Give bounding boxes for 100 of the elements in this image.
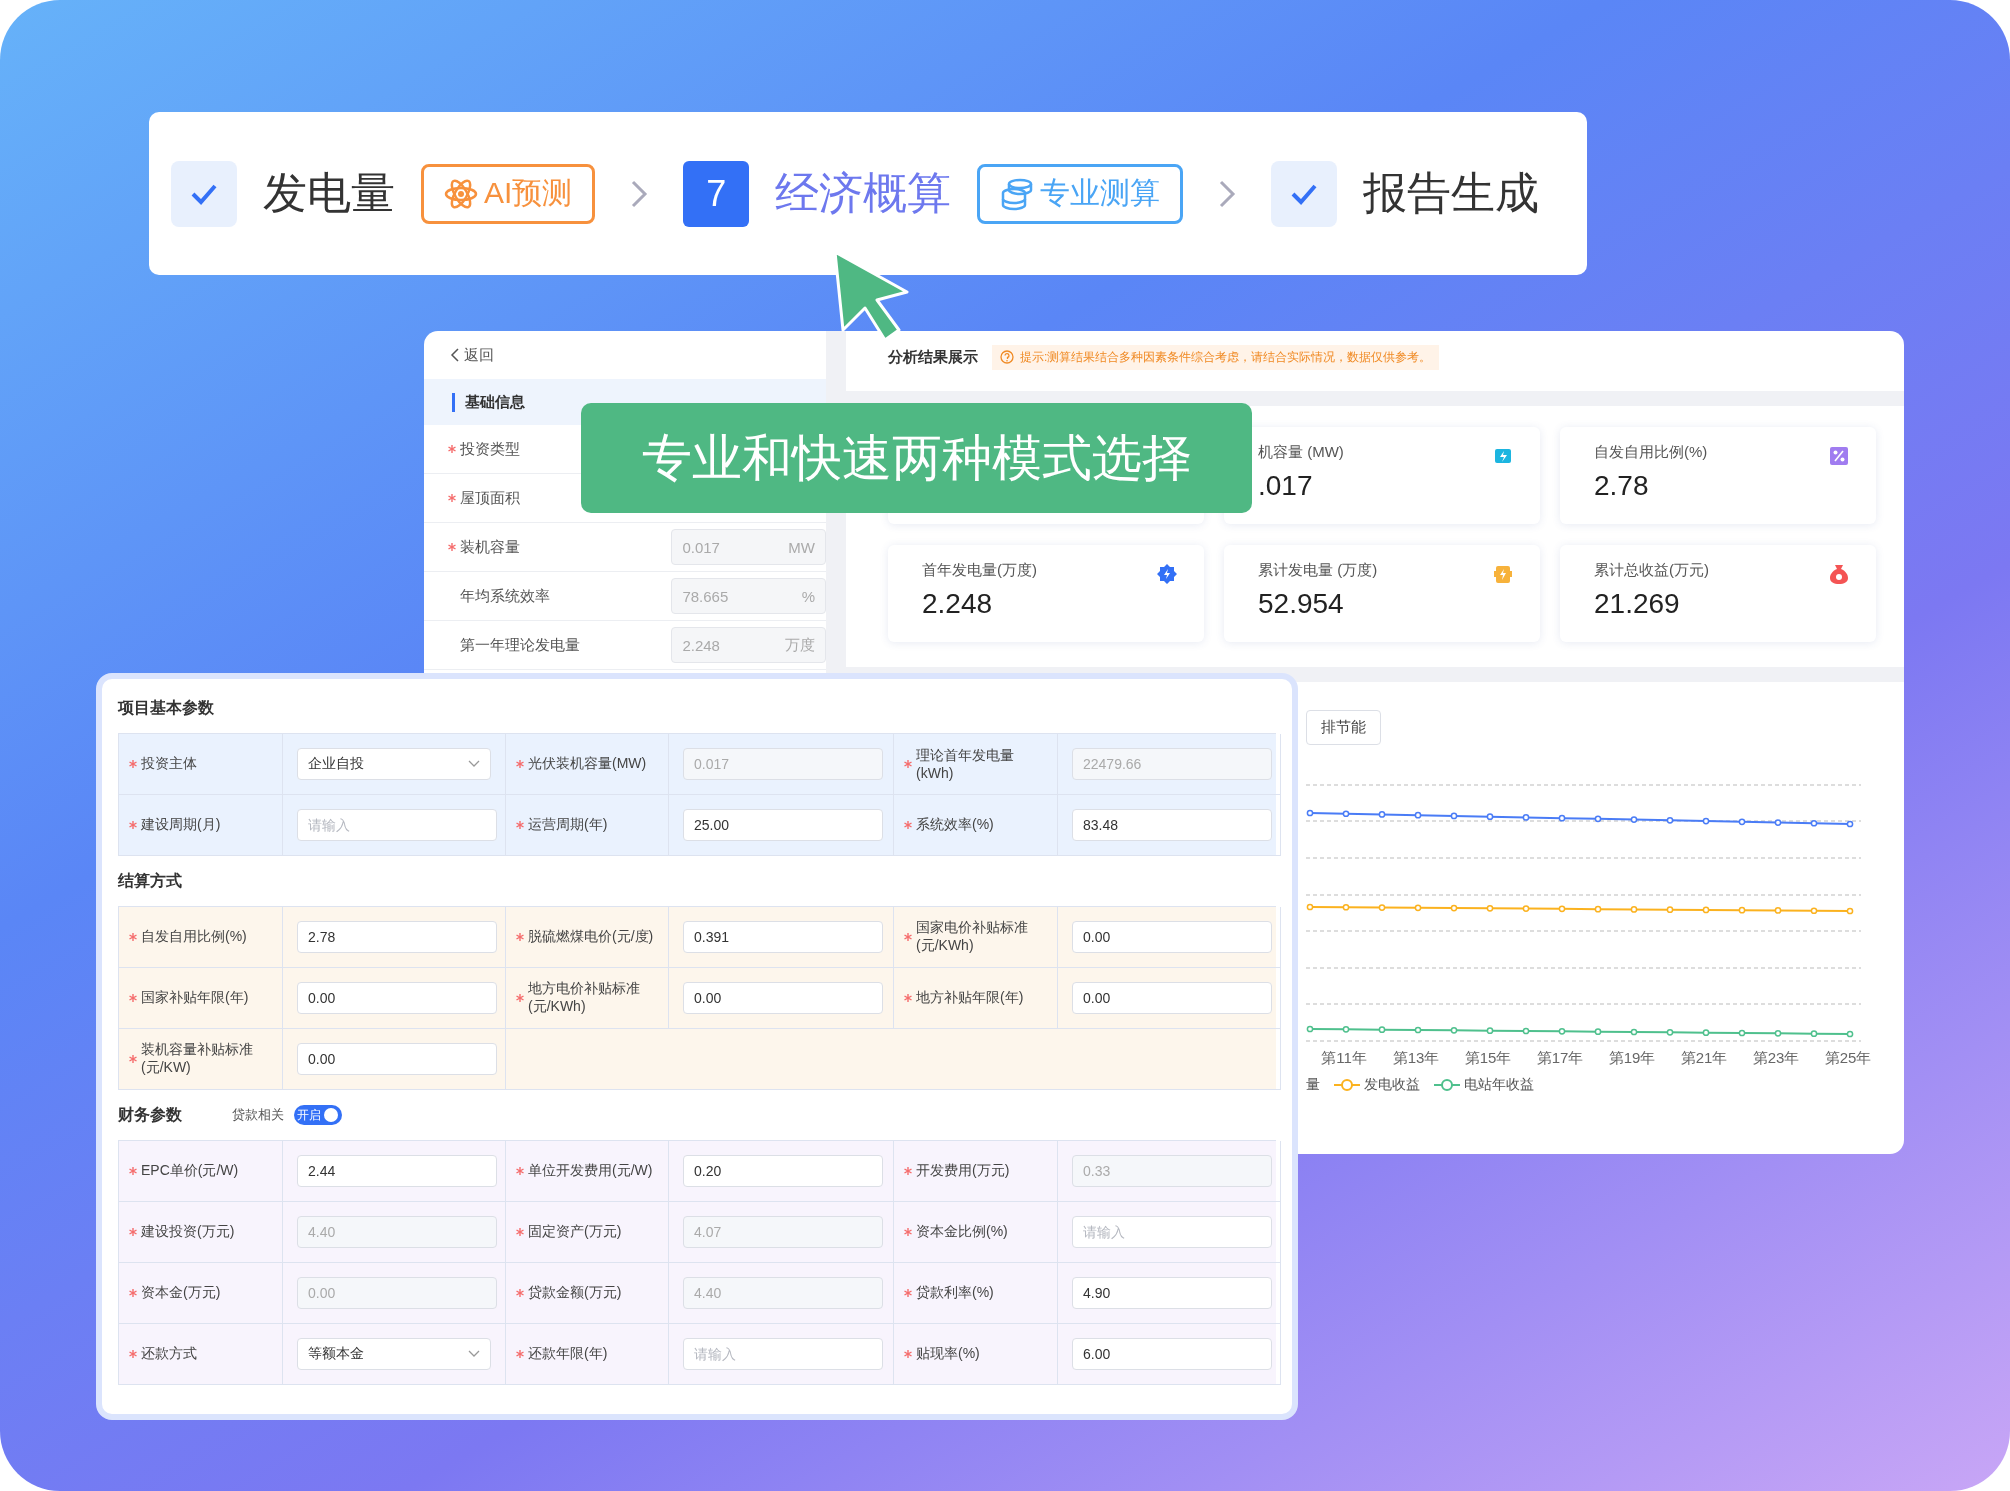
input-field[interactable]: 0.00 [1072,982,1272,1014]
switch-label: 贷款相关 [232,1106,284,1124]
stat-value: .017 [1258,470,1314,502]
data-point [1702,906,1710,914]
data-point [1594,905,1602,913]
dropdown-field[interactable]: 企业自投 [297,748,491,780]
field-label: 运营周期(年) [528,816,608,834]
data-point [1810,1030,1818,1037]
atom-icon [444,176,478,211]
axis-label: 第21年 [1679,1049,1729,1068]
axis-label: 第23年 [1751,1049,1801,1068]
axis-label: 第17年 [1535,1049,1585,1068]
input-field[interactable]: 0.00 [297,1043,497,1075]
legend-label: 量 [1306,1076,1320,1094]
data-point [1558,814,1566,822]
legend-label: 电站年收益 [1464,1076,1534,1094]
axis-label: 第15年 [1463,1049,1513,1068]
field-label: 脱硫燃煤电价(元/度) [528,928,654,946]
section-title: 结算方式 [118,870,182,891]
field-label: 贷款利率(%) [916,1284,994,1302]
field-label: 投资主体 [141,755,197,773]
field-label: 地方补贴年限(年) [916,989,1024,1007]
axis-label: 第19年 [1607,1049,1657,1068]
stat-label: 自发自用比例(%) [1594,443,1708,462]
field-label: 国家补贴年限(年) [141,989,249,1007]
field-label: 还款方式 [141,1345,197,1363]
data-point [1702,817,1710,825]
field-label: 自发自用比例(%) [141,928,247,946]
data-point [1630,906,1638,913]
input-field[interactable]: 25.00 [683,809,883,841]
input-field[interactable]: 0.20 [683,1155,883,1187]
data-point [1378,1026,1386,1033]
axis-label: 第13年 [1391,1049,1441,1068]
input-field[interactable]: 0.00 [683,982,883,1014]
data-point [1774,907,1782,914]
input-field[interactable]: 0.391 [683,921,883,953]
data-point [1378,904,1386,911]
field-label: 资本金比例(%) [916,1223,1008,1241]
field-label: 装机容量 [460,537,520,557]
input-field[interactable]: 2.78 [297,921,497,953]
data-point [1630,816,1638,823]
gear-icon [1156,563,1178,585]
input-field[interactable]: 0.00 [1072,921,1272,953]
stat-value: 52.954 [1258,588,1345,620]
field-label: 装机容量补贴标准(元/KW) [141,1041,254,1077]
data-point [1774,1030,1782,1037]
axis-label: 第11年 [1320,1049,1368,1068]
data-point [1486,905,1494,912]
input-field[interactable]: 6.00 [1072,1338,1272,1370]
data-point [1846,820,1854,828]
input-field[interactable]: 请输入 [1072,1216,1272,1248]
field-label: 理论首年发电量(kWh) [916,747,1015,781]
coins-icon [1000,176,1035,211]
data-point [1306,809,1314,817]
input-field[interactable]: 请输入 [683,1338,883,1370]
section-title: 财务参数 [118,1104,182,1125]
data-point [1450,812,1458,820]
chart-tab[interactable]: 排节能 [1306,710,1381,745]
field-label: 地方电价补贴标准(元/KWh) [528,980,641,1016]
dropdown-field[interactable]: 等额本金 [297,1338,491,1370]
data-point [1342,903,1350,911]
data-point [1342,1026,1350,1033]
field-label: 系统效率(%) [916,816,994,834]
back-link[interactable]: 返回 [450,341,494,369]
field-label: 建设周期(月) [141,816,221,834]
data-point [1558,1028,1566,1035]
data-point [1450,904,1458,912]
toggle-switch[interactable]: 开启 [294,1105,342,1125]
data-point [1810,907,1818,915]
data-point [1414,811,1422,819]
data-point [1738,818,1746,826]
data-point [1630,1028,1638,1036]
input-field[interactable]: 0.00 [297,982,497,1014]
data-point [1738,1029,1746,1037]
input-field[interactable]: 4.90 [1072,1277,1272,1309]
field-label: 屋顶面积 [460,488,520,508]
step-label: 报告生成 [1363,167,1540,219]
back-icon [450,348,460,362]
stat-label: 机容量 (MW) [1258,443,1344,462]
field-label: 投资类型 [460,439,520,459]
data-point [1306,903,1314,911]
data-point [1774,819,1782,826]
data-point [1522,814,1530,821]
data-point [1738,906,1746,914]
stat-label: 首年发电量(万度) [922,561,1037,580]
section-title: 项目基本参数 [118,697,214,718]
check-icon [1271,160,1338,227]
field-label: 年均系统效率 [460,586,550,606]
data-point [1342,810,1350,818]
data-point [1666,1029,1674,1036]
input-field[interactable]: 请输入 [297,809,497,841]
stat-label: 累计总收益(万元) [1594,561,1709,580]
input-field[interactable]: 83.48 [1072,809,1272,841]
input-field[interactable]: 2.44 [297,1155,497,1187]
field-label: 国家电价补贴标准(元/KWh) [916,919,1029,955]
field-label: 固定资产(万元) [528,1223,622,1241]
legend-label: 发电收益 [1364,1076,1420,1094]
field-label: 单位开发费用(元/W) [528,1162,653,1180]
caret-icon [468,760,480,768]
data-point [1594,815,1602,823]
